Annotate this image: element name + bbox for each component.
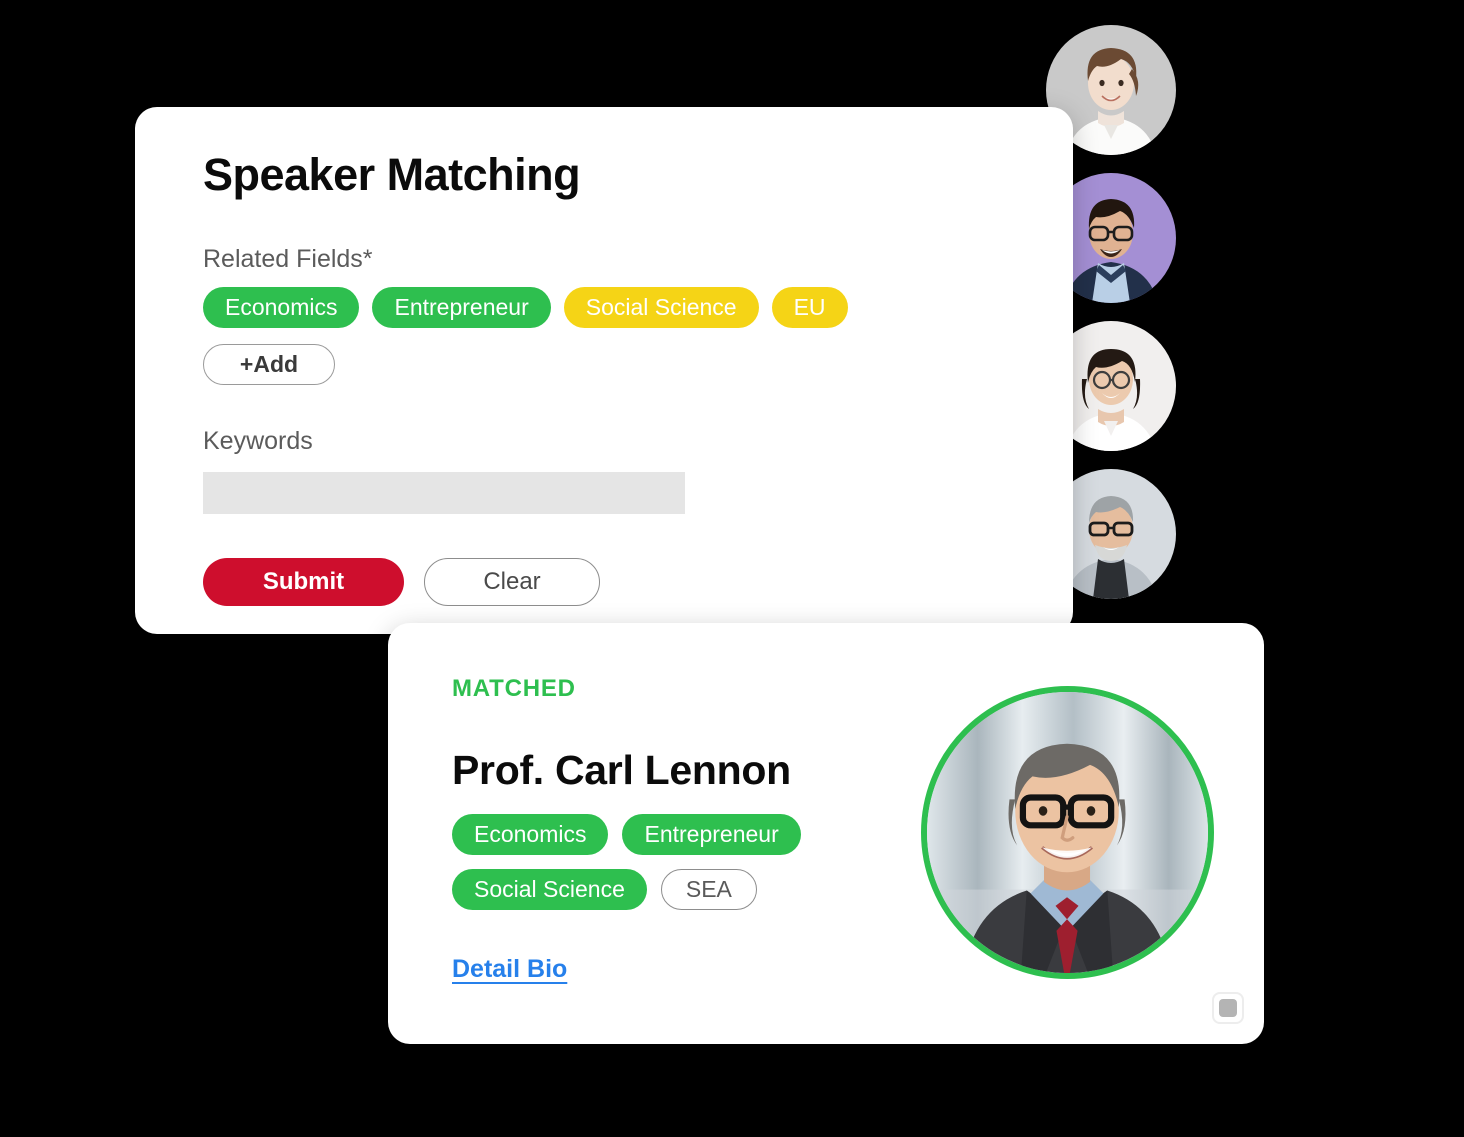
matched-tag-list: Economics Entrepreneur Social Science SE… xyxy=(452,814,872,911)
add-field-button[interactable]: +Add xyxy=(203,344,335,386)
tag-social-science[interactable]: Social Science xyxy=(563,287,759,329)
matched-status-badge: MATCHED xyxy=(452,675,576,702)
matched-card-body: MATCHED Prof. Carl Lennon Economics Entr… xyxy=(388,623,1264,1044)
speaker-matching-form-card: Speaker Matching Related Fields* Economi… xyxy=(135,107,1073,634)
matched-tag-sea[interactable]: SEA xyxy=(660,869,757,911)
screenshot-stage: Speaker Matching Related Fields* Economi… xyxy=(0,0,1464,1137)
stop-square-glyph xyxy=(1219,999,1237,1017)
matched-tag-entrepreneur[interactable]: Entrepreneur xyxy=(622,814,801,856)
matched-tag-economics[interactable]: Economics xyxy=(452,814,609,856)
stop-square-icon[interactable] xyxy=(1212,992,1244,1024)
page-title: Speaker Matching xyxy=(203,149,581,200)
matched-tag-social-science[interactable]: Social Science xyxy=(452,869,647,911)
tag-eu[interactable]: EU xyxy=(771,287,848,329)
keywords-input[interactable] xyxy=(203,472,685,515)
form-actions: Submit Clear xyxy=(203,558,1073,607)
detail-bio-link[interactable]: Detail Bio xyxy=(452,955,567,984)
submit-button[interactable]: Submit xyxy=(203,558,404,607)
speaker-portrait-image xyxy=(927,692,1208,973)
related-fields-tag-list: Economics Entrepreneur Social Science EU xyxy=(203,287,1073,329)
keywords-label: Keywords xyxy=(203,427,313,456)
form-card-body: Speaker Matching Related Fields* Economi… xyxy=(135,107,1073,607)
clear-button[interactable]: Clear xyxy=(424,558,600,607)
matched-speaker-card: MATCHED Prof. Carl Lennon Economics Entr… xyxy=(388,623,1264,1044)
speaker-portrait xyxy=(921,686,1214,979)
tag-entrepreneur[interactable]: Entrepreneur xyxy=(372,287,551,329)
tag-economics[interactable]: Economics xyxy=(203,287,360,329)
add-field-row: +Add xyxy=(203,344,1073,386)
related-fields-label: Related Fields* xyxy=(203,245,373,274)
